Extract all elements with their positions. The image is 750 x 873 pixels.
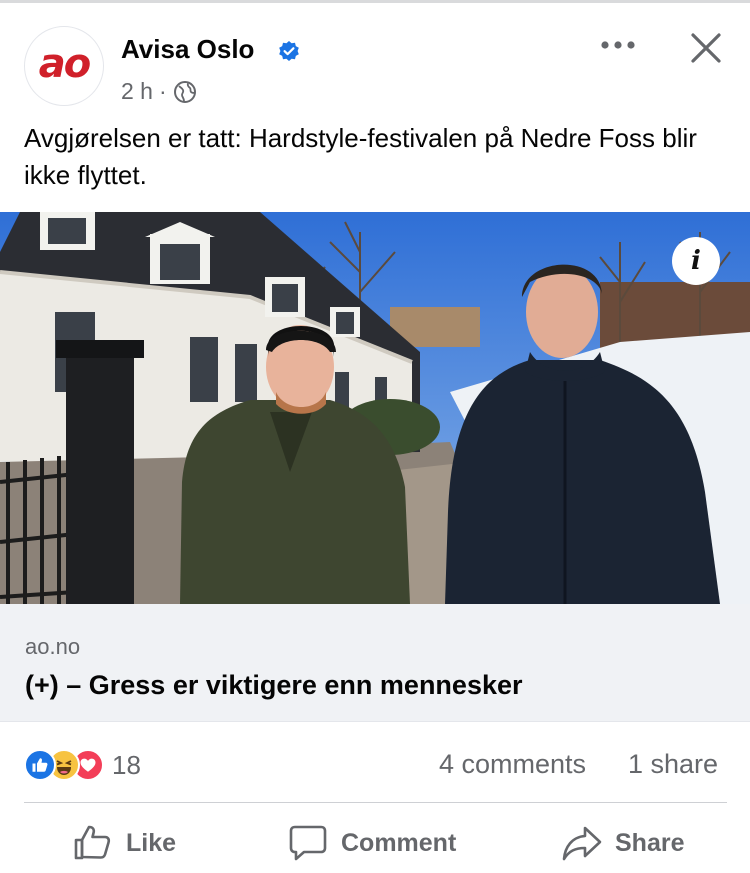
top-rule — [0, 0, 750, 3]
comment-icon — [289, 825, 327, 861]
post-meta: 2 h · — [121, 78, 197, 105]
post-text: Avgjørelsen er tatt: Hardstyle-festivale… — [24, 123, 697, 190]
shares-count-link[interactable]: 1 share — [628, 749, 718, 780]
link-domain: ao.no — [25, 634, 81, 659]
like-reaction-icon — [24, 749, 56, 781]
share-button[interactable]: Share — [561, 818, 684, 868]
photo-illustration — [0, 212, 750, 604]
verified-badge-icon — [279, 41, 299, 61]
page-name[interactable]: Avisa Oslo — [121, 34, 254, 65]
close-button[interactable] — [684, 26, 728, 70]
reactions-count: 18 — [112, 749, 141, 780]
like-button[interactable]: Like — [72, 818, 176, 868]
link-preview-card[interactable]: ao.no (+) – Gress er viktigere enn menne… — [0, 604, 750, 722]
share-icon — [562, 826, 602, 861]
info-icon: i — [691, 246, 701, 276]
more-options-button[interactable] — [596, 30, 640, 60]
thumbs-up-icon — [74, 825, 111, 860]
meta-separator: · — [158, 78, 167, 104]
reactions-summary[interactable]: 18 — [24, 748, 141, 782]
link-title: (+) – Gress er viktigere enn mennesker — [25, 670, 523, 700]
page-avatar[interactable]: ao — [24, 26, 104, 106]
post-time[interactable]: 2 h — [121, 78, 153, 105]
more-icon — [601, 41, 635, 49]
avatar-logo-text: ao — [38, 41, 92, 87]
comment-button[interactable]: Comment — [287, 818, 456, 868]
link-preview-image[interactable] — [0, 212, 750, 604]
comments-count-link[interactable]: 4 comments — [439, 749, 586, 780]
comment-label: Comment — [341, 828, 457, 857]
info-button[interactable]: i — [672, 237, 720, 285]
like-label: Like — [126, 828, 177, 857]
actions-divider — [24, 802, 727, 803]
globe-icon — [173, 80, 196, 103]
share-label: Share — [615, 828, 685, 857]
close-icon — [691, 33, 721, 63]
